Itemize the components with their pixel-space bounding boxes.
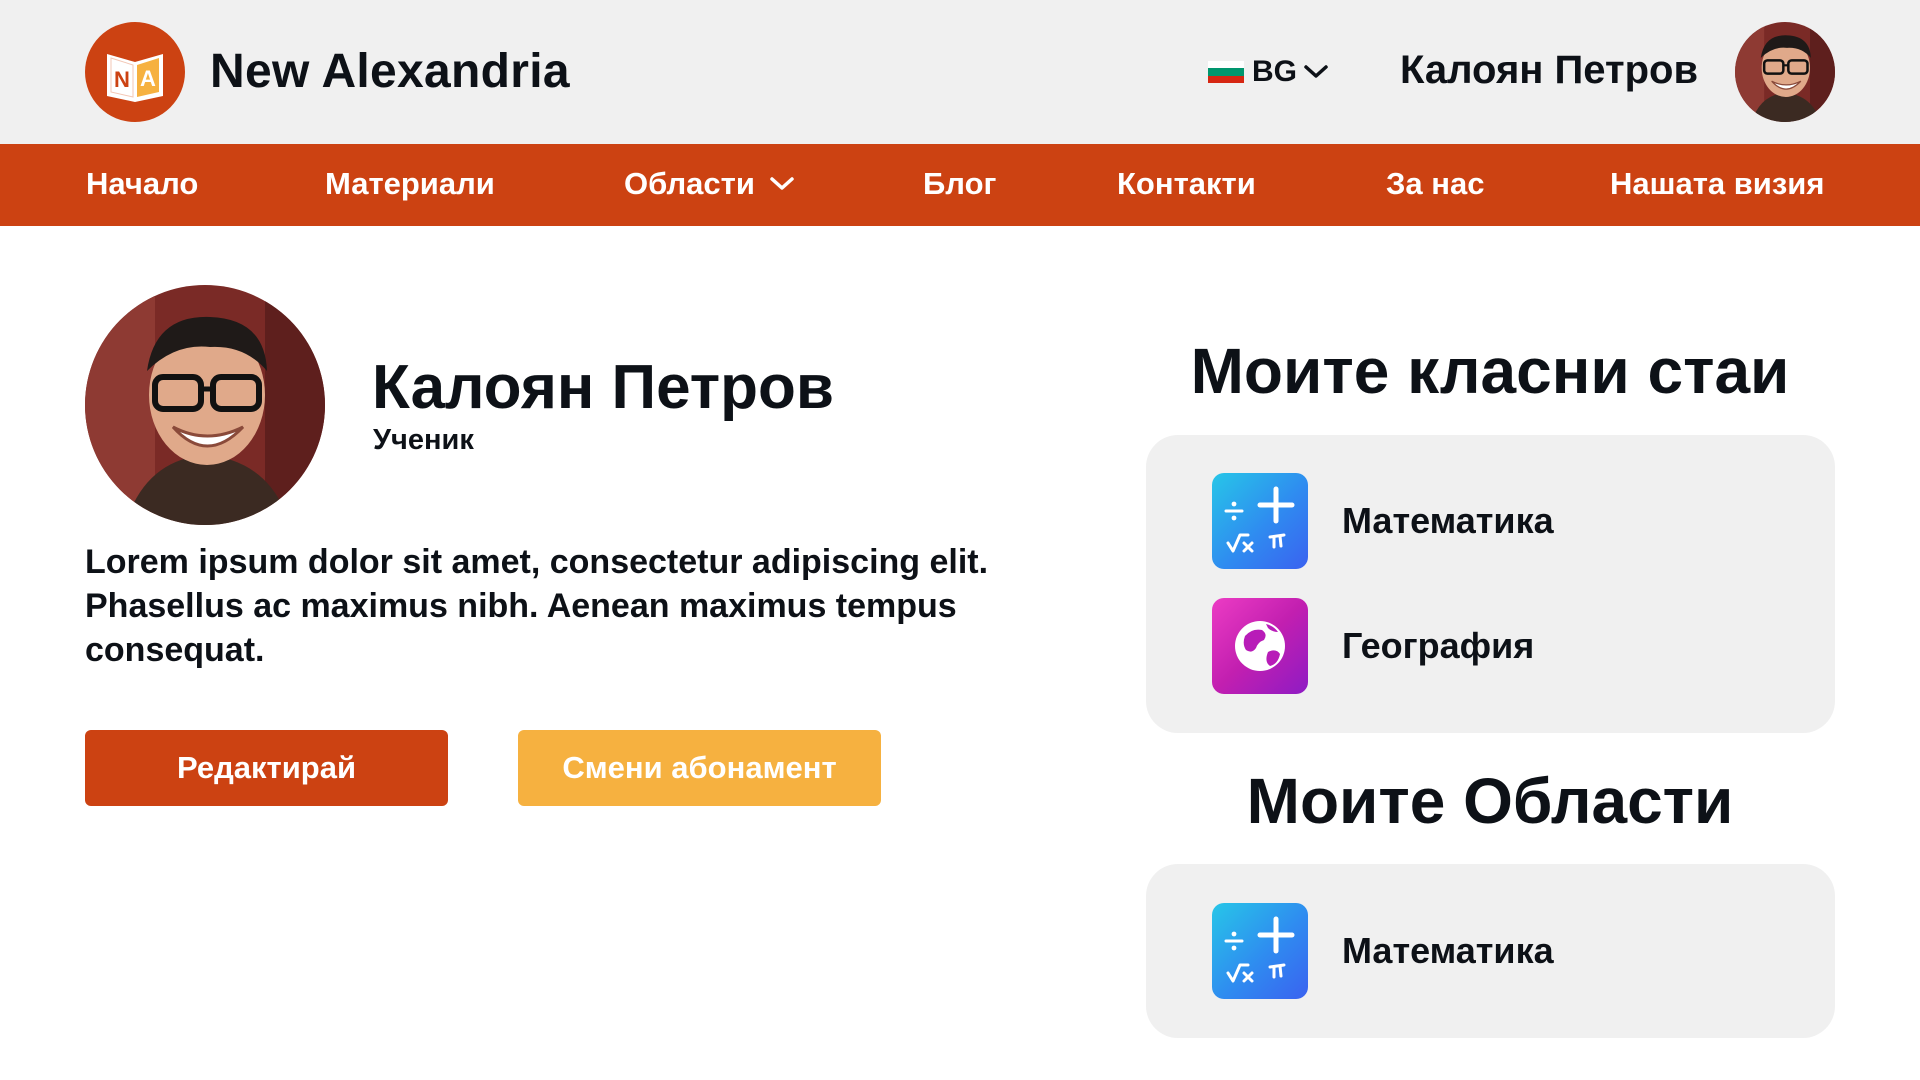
bulgarian-flag-icon — [1208, 61, 1244, 83]
classrooms-title: Моите класни стаи — [1190, 335, 1790, 407]
area-label: Математика — [1342, 930, 1554, 971]
nav-label: Контакти — [1117, 166, 1256, 201]
chevron-down-icon — [770, 177, 794, 190]
math-icon — [1212, 903, 1308, 999]
flag-stripe-red — [1208, 75, 1244, 83]
classroom-label: География — [1342, 625, 1535, 666]
language-selector[interactable]: BG — [1208, 54, 1329, 90]
nav-label: Нашата визия — [1610, 166, 1825, 201]
areas-title: Моите Области — [1246, 765, 1734, 837]
classroom-item-geography[interactable]: География — [1212, 598, 1534, 694]
nav-label: Начало — [86, 166, 199, 201]
nav-item-home[interactable]: Начало — [86, 166, 198, 202]
top-bar: N A New Alexandria BG Калоян Петров — [0, 0, 1920, 144]
header-avatar[interactable] — [1735, 22, 1835, 122]
nav-item-about[interactable]: За нас — [1386, 166, 1484, 202]
chevron-down-icon — [1304, 65, 1328, 78]
flag-stripe-green — [1208, 68, 1244, 76]
profile-name: Калоян Петров — [372, 353, 835, 422]
globe-icon — [1212, 598, 1308, 694]
profile-bio: Lorem ipsum dolor sit amet, consectetur … — [85, 543, 989, 669]
nav-item-areas[interactable]: Области — [624, 166, 795, 202]
math-icon — [1212, 473, 1308, 569]
nav-label: Области — [624, 166, 755, 201]
nav-item-contacts[interactable]: Контакти — [1117, 166, 1256, 202]
classroom-item-math[interactable]: Математика — [1212, 473, 1554, 569]
edit-profile-button[interactable]: Редактирай — [85, 730, 448, 806]
brand-name[interactable]: New Alexandria — [210, 44, 570, 99]
areas-card: Математика — [1146, 864, 1835, 1038]
nav-item-vision[interactable]: Нашата визия — [1610, 166, 1824, 202]
logo[interactable]: N A — [85, 22, 185, 122]
flag-stripe-white — [1208, 61, 1244, 69]
profile-role: Ученик — [373, 424, 474, 456]
classrooms-card: Математика География — [1146, 435, 1835, 733]
svg-text:A: A — [140, 66, 156, 91]
profile-avatar — [85, 285, 325, 525]
avatar-photo-icon — [85, 285, 325, 525]
svg-text:N: N — [114, 67, 130, 92]
nav-label: Материали — [325, 166, 495, 201]
language-code: BG — [1252, 55, 1297, 88]
nav-label: За нас — [1386, 166, 1485, 201]
nav-label: Блог — [923, 166, 997, 201]
main-navigation: Начало Материали Области Блог Контакти З… — [0, 144, 1920, 226]
header-user-name[interactable]: Калоян Петров — [1400, 48, 1698, 93]
avatar-photo-icon — [1735, 22, 1835, 122]
book-logo-icon: N A — [107, 54, 163, 102]
area-item-math[interactable]: Математика — [1212, 903, 1554, 999]
nav-item-blog[interactable]: Блог — [923, 166, 996, 202]
classroom-label: Математика — [1342, 500, 1554, 541]
nav-item-materials[interactable]: Материали — [325, 166, 495, 202]
change-subscription-button[interactable]: Смени абонамент — [518, 730, 881, 806]
